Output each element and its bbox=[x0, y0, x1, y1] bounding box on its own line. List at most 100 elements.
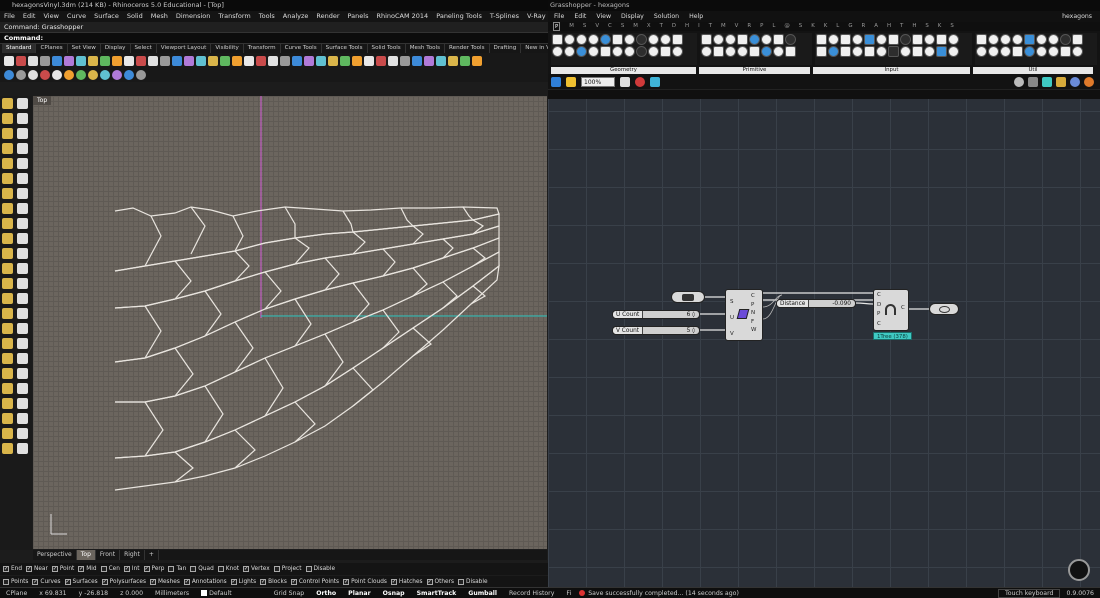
left-tool-icon[interactable] bbox=[2, 203, 13, 214]
gh-component-icon[interactable] bbox=[1012, 34, 1024, 45]
gh-tab-letter[interactable]: X bbox=[647, 22, 651, 31]
osnap-checkbox[interactable]: Project bbox=[273, 566, 302, 572]
gh-component-icon[interactable] bbox=[1048, 46, 1060, 57]
checkbox-box[interactable] bbox=[458, 579, 465, 585]
toolbar-tab[interactable]: Visibility bbox=[211, 44, 244, 53]
left-tool-icon[interactable] bbox=[2, 353, 13, 364]
rhino-menu-item[interactable]: Curve bbox=[67, 11, 86, 22]
viewport-tab[interactable]: Right bbox=[120, 550, 145, 560]
toolbar-tab[interactable]: Curve Tools bbox=[281, 44, 322, 53]
layer-indicator[interactable]: Default bbox=[195, 590, 238, 597]
gh-component-icon[interactable] bbox=[624, 46, 635, 57]
left-tool-icon[interactable] bbox=[2, 173, 13, 184]
toolbar-tab[interactable]: CPlanes bbox=[36, 44, 68, 53]
gh-component-icon[interactable] bbox=[888, 34, 900, 45]
gh-component-icon[interactable] bbox=[552, 46, 563, 57]
selected-preview-icon[interactable] bbox=[1056, 76, 1066, 87]
osnap-checkbox[interactable]: Cen bbox=[100, 566, 120, 572]
rhino-menu-item[interactable]: Mesh bbox=[151, 11, 168, 22]
planar-toggle[interactable]: Planar bbox=[342, 590, 376, 597]
toolbar-tool-icon[interactable] bbox=[472, 55, 482, 66]
toolbar-tool-icon[interactable] bbox=[436, 55, 446, 66]
osnap-checkbox[interactable]: ✓ Int bbox=[123, 566, 140, 572]
left-tool-icon[interactable] bbox=[17, 158, 28, 169]
units-label[interactable]: Millimeters bbox=[149, 590, 195, 597]
gh-component-icon[interactable] bbox=[773, 34, 785, 45]
toolbar-tool-icon[interactable] bbox=[64, 55, 74, 66]
checkbox-box[interactable] bbox=[217, 566, 224, 572]
left-tool-icon[interactable] bbox=[17, 218, 28, 229]
gh-component-icon[interactable] bbox=[912, 34, 924, 45]
gh-component-icon[interactable] bbox=[828, 46, 840, 57]
gh-component-icon[interactable] bbox=[1072, 46, 1084, 57]
gh-tab-letter[interactable]: M bbox=[569, 22, 574, 31]
gh-tab-letter[interactable]: S bbox=[799, 22, 802, 31]
left-tool-icon[interactable] bbox=[2, 218, 13, 229]
osnap-checkbox[interactable]: Disable bbox=[305, 566, 335, 572]
gh-component-icon[interactable] bbox=[1024, 46, 1036, 57]
gh-component-icon[interactable] bbox=[864, 34, 876, 45]
osnap-checkbox[interactable]: ✓ Annotations bbox=[183, 579, 227, 585]
toolbar-tool-icon[interactable] bbox=[352, 55, 362, 66]
render-tool-icon[interactable] bbox=[28, 70, 38, 80]
left-tool-icon[interactable] bbox=[2, 398, 13, 409]
osnap-checkbox[interactable]: ✓ Lights bbox=[230, 579, 256, 585]
gh-component-icon[interactable] bbox=[660, 46, 671, 57]
gh-tab-letter[interactable]: T bbox=[900, 22, 903, 31]
preview-settings-icon[interactable] bbox=[1084, 76, 1094, 87]
gh-component-icon[interactable] bbox=[636, 46, 647, 57]
toolbar-tab[interactable]: Standard bbox=[2, 44, 37, 53]
left-tool-icon[interactable] bbox=[2, 128, 13, 139]
toolbar-tool-icon[interactable] bbox=[400, 55, 410, 66]
rhino-menu-item[interactable]: Transform bbox=[218, 11, 250, 22]
gh-tab-letter[interactable]: A bbox=[874, 22, 878, 31]
osnap-checkbox[interactable]: ✓ Control Points bbox=[290, 579, 339, 585]
save-file-icon[interactable] bbox=[566, 76, 576, 87]
gh-tab-letter[interactable]: V bbox=[735, 22, 739, 31]
rhino-menu-item[interactable]: Solid bbox=[127, 11, 143, 22]
gh-component-icon[interactable] bbox=[600, 46, 611, 57]
left-tool-icon[interactable] bbox=[17, 443, 28, 454]
gh-component-icon[interactable] bbox=[912, 46, 924, 57]
gh-component-icon[interactable] bbox=[761, 46, 773, 57]
navigation-compass-icon[interactable] bbox=[1068, 559, 1090, 581]
u-count-slider[interactable]: U Count 6 ◊ bbox=[612, 310, 700, 319]
checkbox-box[interactable]: ✓ bbox=[390, 579, 397, 585]
osnap-checkbox[interactable]: Tan bbox=[168, 566, 186, 572]
gh-component-icon[interactable] bbox=[876, 34, 888, 45]
gh-component-icon[interactable] bbox=[648, 46, 659, 57]
left-tool-icon[interactable] bbox=[17, 263, 28, 274]
render-tool-icon[interactable] bbox=[40, 70, 50, 80]
osnap-checkbox[interactable]: ✓ Blocks bbox=[260, 579, 287, 585]
toolbar-tab[interactable]: Viewport Layout bbox=[157, 44, 212, 53]
osnap-checkbox[interactable]: ✓ Point Clouds bbox=[343, 579, 387, 585]
hexagon-panel-component[interactable]: S U V CPNFW bbox=[725, 289, 763, 341]
osnap-checkbox[interactable]: ✓ Mid bbox=[78, 566, 97, 572]
checkbox-box[interactable]: ✓ bbox=[101, 579, 108, 585]
osnap-checkbox[interactable]: ✓ Others bbox=[426, 579, 454, 585]
gh-tab-letter[interactable]: K bbox=[938, 22, 942, 31]
osnap-checkbox[interactable]: ✓ Meshes bbox=[149, 579, 180, 585]
left-tool-icon[interactable] bbox=[2, 293, 13, 304]
toolbar-tool-icon[interactable] bbox=[304, 55, 314, 66]
toolbar-tool-icon[interactable] bbox=[460, 55, 470, 66]
gh-component-icon[interactable] bbox=[749, 46, 761, 57]
checkbox-box[interactable]: ✓ bbox=[26, 566, 33, 572]
gh-tab-letter[interactable]: I bbox=[698, 22, 700, 31]
toolbar-tool-icon[interactable] bbox=[160, 55, 170, 66]
checkbox-box[interactable]: ✓ bbox=[64, 579, 71, 585]
toolbar-tab[interactable]: Render Tools bbox=[445, 44, 490, 53]
gh-component-icon[interactable] bbox=[840, 46, 852, 57]
checkbox-box[interactable]: ✓ bbox=[149, 579, 156, 585]
gh-component-icon[interactable] bbox=[1024, 34, 1036, 45]
toolbar-tool-icon[interactable] bbox=[28, 55, 38, 66]
left-tool-icon[interactable] bbox=[2, 413, 13, 424]
gh-component-icon[interactable] bbox=[1072, 34, 1084, 45]
gh-menu-item[interactable]: Edit bbox=[574, 11, 586, 22]
checkbox-box[interactable]: ✓ bbox=[3, 566, 9, 572]
gh-component-icon[interactable] bbox=[785, 34, 797, 45]
gh-menu-item[interactable]: Help bbox=[689, 11, 703, 22]
left-tool-icon[interactable] bbox=[2, 143, 13, 154]
gh-component-icon[interactable] bbox=[564, 46, 575, 57]
render-tool-icon[interactable] bbox=[88, 70, 98, 80]
